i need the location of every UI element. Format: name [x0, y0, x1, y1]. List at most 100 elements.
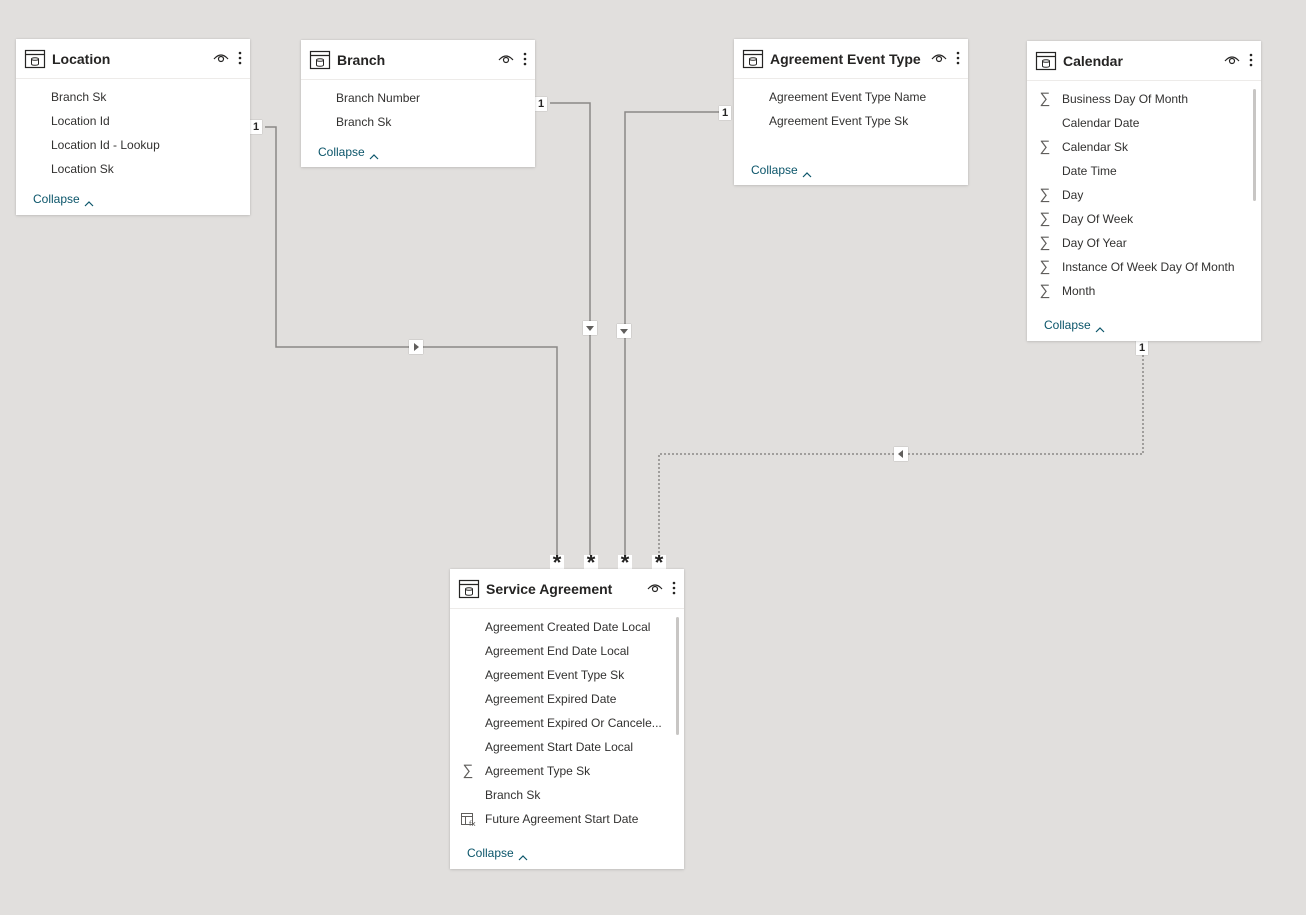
field-item[interactable]: ∑ Day	[1027, 183, 1261, 207]
filter-direction-down-icon[interactable]	[617, 324, 631, 338]
table-header[interactable]: Agreement Event Type	[734, 39, 968, 79]
table-title: Calendar	[1063, 52, 1123, 69]
table-header[interactable]: Calendar	[1027, 41, 1261, 81]
field-item[interactable]: ∑ Day Of Year	[1027, 231, 1261, 255]
field-item[interactable]: Branch Sk	[301, 110, 535, 134]
field-item[interactable]: ∑ Instance Of Week Day Of Month	[1027, 255, 1261, 279]
svg-text:fx: fx	[469, 820, 476, 827]
collapse-label: Collapse	[33, 192, 80, 206]
field-label: Agreement Event Type Name	[769, 90, 927, 104]
sigma-icon: ∑	[1039, 258, 1051, 275]
table-title: Service Agreement	[486, 580, 613, 597]
field-item[interactable]: Agreement Expired Date	[450, 687, 684, 711]
field-item[interactable]: Branch Number	[301, 86, 535, 110]
field-list: Branch Sk Location Id Location Id - Look…	[16, 79, 250, 181]
scrollbar[interactable]	[676, 617, 679, 735]
field-label: Agreement Type Sk	[485, 764, 591, 778]
cardinality-one-location: 1	[250, 120, 263, 134]
collapse-button[interactable]: Collapse	[33, 192, 94, 206]
field-item[interactable]: fx Future Agreement Start Date	[450, 807, 684, 831]
sigma-icon: ∑	[1039, 138, 1051, 155]
chevron-up-icon	[1095, 322, 1105, 332]
more-options-icon[interactable]	[670, 579, 678, 597]
cardinality-many-event-type: *	[618, 555, 632, 569]
field-label: Branch Sk	[485, 788, 541, 802]
field-label: Day Of Year	[1062, 236, 1127, 250]
table-icon	[1035, 50, 1057, 72]
cardinality-one-calendar: 1	[1136, 341, 1149, 355]
sigma-icon: ∑	[1039, 210, 1051, 227]
field-item[interactable]: Agreement Start Date Local	[450, 735, 684, 759]
table-header[interactable]: Service Agreement	[450, 569, 684, 609]
collapse-button[interactable]: Collapse	[318, 145, 379, 159]
table-card-branch[interactable]: Branch Branch Number Branch Sk Collapse	[301, 40, 535, 167]
chevron-up-icon	[518, 850, 528, 860]
field-label: Branch Sk	[51, 90, 107, 104]
eye-icon[interactable]	[497, 50, 515, 68]
field-item[interactable]: Calendar Date	[1027, 111, 1261, 135]
more-options-icon[interactable]	[954, 49, 962, 67]
field-item[interactable]: Location Id - Lookup	[16, 133, 250, 157]
field-item[interactable]: ∑ Day Of Week	[1027, 207, 1261, 231]
relationship-line-event-type	[624, 111, 720, 557]
eye-icon[interactable]	[212, 49, 230, 67]
model-canvas[interactable]: 1 1 1 1 * * * * Location Branch Sk Locat…	[0, 0, 1306, 915]
field-item[interactable]: Branch Sk	[450, 783, 684, 807]
more-options-icon[interactable]	[521, 50, 529, 68]
collapse-button[interactable]: Collapse	[467, 846, 528, 860]
field-item[interactable]: Agreement Event Type Sk	[734, 109, 968, 133]
table-header[interactable]: Branch	[301, 40, 535, 80]
sigma-icon: ∑	[1039, 282, 1051, 299]
cardinality-one-branch: 1	[535, 97, 548, 111]
field-item[interactable]: Agreement Event Type Sk	[450, 663, 684, 687]
field-label: Location Sk	[51, 162, 114, 176]
field-item[interactable]: Agreement Created Date Local	[450, 615, 684, 639]
collapse-button[interactable]: Collapse	[1044, 318, 1105, 332]
field-label: Agreement Expired Or Cancele...	[485, 716, 662, 730]
field-label: Agreement Created Date Local	[485, 620, 651, 634]
filter-direction-right-icon[interactable]	[409, 340, 423, 354]
filter-direction-left-icon[interactable]	[894, 447, 908, 461]
field-label: Calendar Date	[1062, 116, 1140, 130]
more-options-icon[interactable]	[236, 49, 244, 67]
table-header[interactable]: Location	[16, 39, 250, 79]
eye-icon[interactable]	[646, 579, 664, 597]
field-label: Month	[1062, 284, 1096, 298]
field-item[interactable]: Date Time	[1027, 159, 1261, 183]
field-label: Day Of Week	[1062, 212, 1134, 226]
sigma-icon: ∑	[1039, 90, 1051, 107]
collapse-label: Collapse	[318, 145, 365, 159]
table-icon	[742, 48, 764, 70]
field-item[interactable]: Branch Sk	[16, 85, 250, 109]
field-label: Branch Sk	[336, 115, 392, 129]
table-card-calendar[interactable]: Calendar ∑ Business Day Of Month Calendar…	[1027, 41, 1261, 341]
collapse-label: Collapse	[467, 846, 514, 860]
eye-icon[interactable]	[930, 49, 948, 67]
field-label: Location Id - Lookup	[51, 138, 160, 152]
field-item[interactable]: Location Id	[16, 109, 250, 133]
table-card-agreement-event-type[interactable]: Agreement Event Type Agreement Event Typ…	[734, 39, 968, 185]
field-item[interactable]: ∑ Agreement Type Sk	[450, 759, 684, 783]
table-icon	[24, 48, 46, 70]
field-item[interactable]: Agreement Expired Or Cancele...	[450, 711, 684, 735]
more-options-icon[interactable]	[1247, 51, 1255, 69]
field-label: Agreement End Date Local	[485, 644, 630, 658]
field-item[interactable]: Agreement Event Type Name	[734, 85, 968, 109]
collapse-button[interactable]: Collapse	[751, 163, 812, 177]
chevron-up-icon	[84, 196, 94, 206]
field-item[interactable]: Location Sk	[16, 157, 250, 181]
field-item[interactable]: ∑ Business Day Of Month	[1027, 87, 1261, 111]
table-card-service-agreement[interactable]: Service Agreement Agreement Created Date…	[450, 569, 684, 869]
field-item[interactable]: ∑ Month	[1027, 279, 1261, 303]
field-item[interactable]: Agreement End Date Local	[450, 639, 684, 663]
field-label: Agreement Expired Date	[485, 692, 617, 706]
field-label: Instance Of Week Day Of Month	[1062, 260, 1235, 274]
table-card-location[interactable]: Location Branch Sk Location Id Location …	[16, 39, 250, 215]
filter-direction-down-icon[interactable]	[583, 321, 597, 335]
table-title: Location	[52, 50, 111, 67]
field-label: Location Id	[51, 114, 110, 128]
eye-icon[interactable]	[1223, 51, 1241, 69]
table-title: Agreement Event Type	[770, 50, 921, 67]
scrollbar[interactable]	[1253, 89, 1256, 201]
field-item[interactable]: ∑ Calendar Sk	[1027, 135, 1261, 159]
